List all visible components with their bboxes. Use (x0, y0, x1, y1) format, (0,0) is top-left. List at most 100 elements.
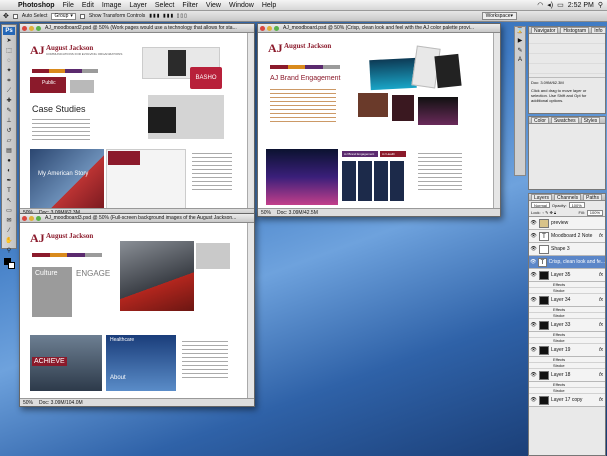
path-select-icon[interactable]: ↖ (3, 197, 15, 205)
effects-icon[interactable]: fx (599, 347, 605, 353)
tab-paths[interactable]: Paths (583, 194, 602, 201)
menu-window[interactable]: Window (225, 2, 258, 9)
tab-histogram[interactable]: Histogram (560, 27, 590, 34)
visibility-eye-icon[interactable]: 👁︎ (530, 246, 537, 252)
spotlight-icon[interactable]: ⚲ (598, 1, 603, 9)
doc3-zoom[interactable]: 50% (23, 400, 33, 406)
doc3-canvas[interactable]: AJ August Jackson Culture ENGAGE ACHIEVE … (20, 223, 247, 398)
minimize-icon[interactable] (267, 25, 272, 31)
minimize-icon[interactable] (29, 215, 34, 221)
layer-row[interactable]: 👁︎ Layer 35 fx (529, 269, 605, 282)
visibility-eye-icon[interactable]: 👁︎ (530, 297, 537, 303)
layer-row[interactable]: 👁︎ preview (529, 217, 605, 230)
crop-tool-icon[interactable]: ⌗ (3, 77, 15, 85)
effects-icon[interactable]: fx (599, 233, 605, 239)
move-tool-icon[interactable]: ✥ (3, 12, 9, 20)
stamp-tool-icon[interactable]: ⊥ (3, 117, 15, 125)
layer-row[interactable]: 👁︎ Layer 33 fx (529, 319, 605, 332)
menu-file[interactable]: File (59, 2, 78, 9)
slice-tool-icon[interactable]: ⟋ (3, 87, 15, 95)
doc2-titlebar[interactable]: AJ_moodboard.psd @ 50% (Crisp, clean loo… (258, 24, 500, 33)
type-tool-icon[interactable]: T (3, 187, 15, 195)
menu-view[interactable]: View (202, 2, 225, 9)
layer-row[interactable]: 👁︎ T Crisp, clean look and fe... (529, 256, 605, 269)
doc1-canvas[interactable]: AJ August Jackson COMMUNICATIONS FOR EVOLV… (20, 33, 247, 208)
close-icon[interactable] (22, 25, 27, 31)
opacity-input[interactable]: 100% (568, 202, 585, 208)
character-icon[interactable]: A (515, 57, 525, 67)
doc3-titlebar[interactable]: AJ_moodboard3.psd @ 50% (Full-screen bac… (20, 214, 254, 223)
zoom-icon[interactable] (274, 25, 279, 31)
menu-layer[interactable]: Layer (125, 2, 151, 9)
zoom-icon[interactable] (36, 215, 41, 221)
menu-help[interactable]: Help (258, 2, 280, 9)
eraser-tool-icon[interactable]: ▱ (3, 137, 15, 145)
doc1-titlebar[interactable]: AJ_moodboard2.psd @ 50% (Work pages woul… (20, 24, 254, 33)
visibility-eye-icon[interactable]: 👁︎ (530, 259, 536, 265)
gradient-tool-icon[interactable]: ▤ (3, 147, 15, 155)
layer-row[interactable]: 👁︎ Shape 3 (529, 243, 605, 256)
menu-select[interactable]: Select (151, 2, 178, 9)
visibility-eye-icon[interactable]: 👁︎ (530, 372, 537, 378)
show-transform-checkbox[interactable] (79, 13, 85, 19)
tab-info[interactable]: Info (591, 27, 606, 34)
move-tool-icon[interactable]: ➤ (3, 37, 15, 45)
visibility-eye-icon[interactable]: 👁︎ (530, 233, 537, 239)
zoom-tool-icon[interactable]: ⚲ (3, 247, 15, 255)
layer-row[interactable]: 👁︎ T Moodboard 2 Note fx (529, 230, 605, 243)
document-window-3[interactable]: AJ_moodboard3.psd @ 50% (Full-screen bac… (19, 213, 255, 407)
group-select[interactable]: Group ▾ (51, 12, 76, 20)
close-icon[interactable] (22, 215, 27, 221)
healing-tool-icon[interactable]: ✚ (3, 97, 15, 105)
pen-tool-icon[interactable]: ✒ (3, 177, 15, 185)
document-window-2[interactable]: AJ_moodboard.psd @ 50% (Crisp, clean loo… (257, 23, 501, 217)
marquee-tool-icon[interactable]: ⬚ (3, 47, 15, 55)
visibility-eye-icon[interactable]: 👁︎ (530, 220, 537, 226)
auto-select-checkbox[interactable] (12, 13, 18, 19)
align-icons[interactable]: ▮▮▮ ▮▮▮ ▯▯▯ (149, 13, 188, 19)
blend-mode-select[interactable]: Normal (531, 202, 550, 208)
volume-icon[interactable]: ◂) (547, 1, 553, 9)
doc3-scrollbar[interactable] (247, 223, 254, 398)
effects-icon[interactable]: fx (599, 297, 605, 303)
layer-row[interactable]: 👁︎ Layer 18 fx (529, 369, 605, 382)
doc2-scrollbar[interactable] (493, 33, 500, 208)
close-icon[interactable] (260, 25, 265, 31)
brushes-icon[interactable]: ✎ (515, 47, 525, 57)
history-icon[interactable]: ⌛ (515, 27, 525, 37)
clock[interactable]: 2:52 PM (568, 2, 594, 9)
effects-icon[interactable]: fx (599, 272, 605, 278)
lasso-tool-icon[interactable]: ◌ (3, 57, 15, 65)
hand-tool-icon[interactable]: ✋ (3, 237, 15, 245)
zoom-icon[interactable] (36, 25, 41, 31)
eyedropper-icon[interactable]: ⁄ (3, 227, 15, 235)
visibility-eye-icon[interactable]: 👁︎ (530, 397, 537, 403)
layer-row[interactable]: 👁︎ Layer 19 fx (529, 344, 605, 357)
notes-tool-icon[interactable]: ✉ (3, 217, 15, 225)
actions-icon[interactable]: ▶ (515, 37, 525, 47)
visibility-eye-icon[interactable]: 👁︎ (530, 347, 537, 353)
fill-input[interactable]: 100% (586, 209, 603, 216)
wifi-icon[interactable]: ◠ (537, 1, 543, 9)
blur-tool-icon[interactable]: ● (3, 157, 15, 165)
layer-row[interactable]: 👁︎ Layer 17 copy fx (529, 394, 605, 407)
tab-navigator[interactable]: Navigator (531, 27, 559, 34)
doc2-canvas[interactable]: AJ August Jackson AJ Brand Engagement AJ … (258, 33, 493, 208)
minimize-icon[interactable] (29, 25, 34, 31)
document-window-1[interactable]: AJ_moodboard2.psd @ 50% (Work pages woul… (19, 23, 255, 217)
effects-icon[interactable]: fx (599, 322, 605, 328)
doc2-zoom[interactable]: 50% (261, 210, 271, 216)
doc1-scrollbar[interactable] (247, 33, 254, 208)
history-brush-icon[interactable]: ↺ (3, 127, 15, 135)
workspace-button[interactable]: Workspace ▾ (481, 12, 517, 20)
color-picker[interactable] (529, 124, 605, 188)
tab-layers[interactable]: Layers (531, 194, 553, 201)
lock-icons[interactable]: ▫ ✎ ✥ 🔒︎ (543, 210, 557, 215)
tab-styles[interactable]: Styles (580, 117, 601, 124)
shape-tool-icon[interactable]: ▭ (3, 207, 15, 215)
menu-image[interactable]: Image (98, 2, 125, 9)
menu-filter[interactable]: Filter (178, 2, 202, 9)
menu-app[interactable]: Photoshop (14, 2, 59, 9)
tab-swatches[interactable]: Swatches (550, 117, 579, 124)
effects-icon[interactable]: fx (599, 397, 605, 403)
